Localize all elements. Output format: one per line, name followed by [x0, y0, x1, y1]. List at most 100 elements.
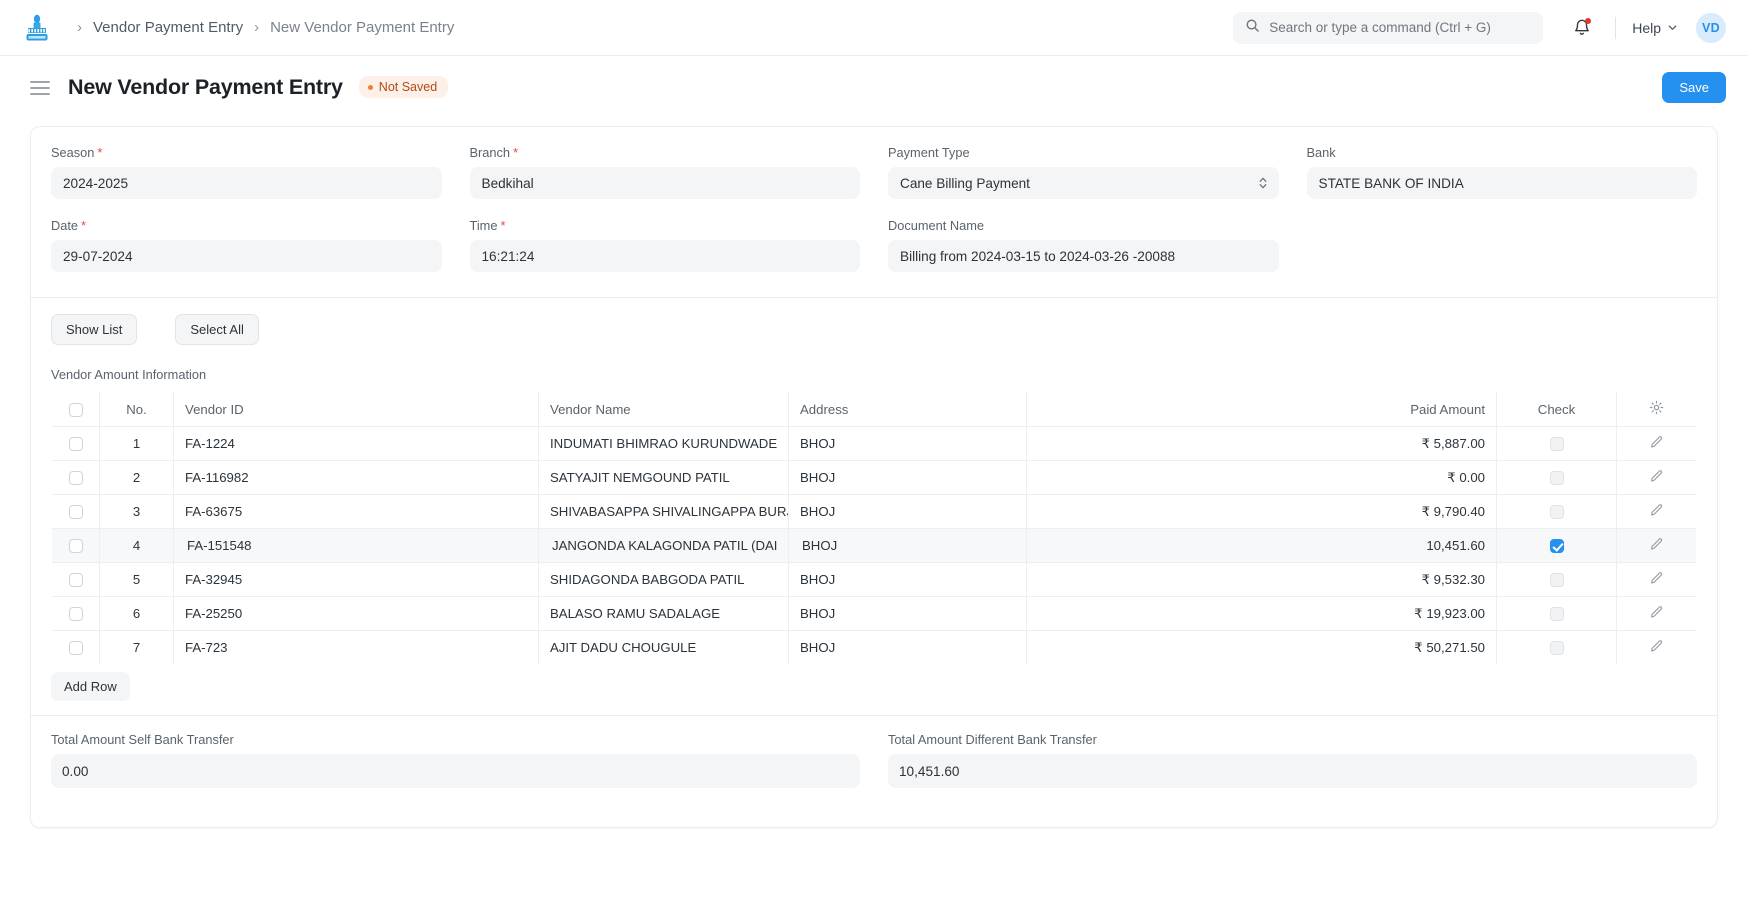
bank-input[interactable]: STATE BANK OF INDIA [1306, 167, 1697, 199]
gear-icon[interactable] [1649, 400, 1664, 418]
edit-pencil-icon[interactable] [1649, 469, 1664, 487]
cell-vendor-name[interactable]: SHIVABASAPPA SHIVALINGAPPA BURJI [538, 494, 789, 529]
breadcrumb-item-new-vendor-payment-entry: New Vendor Payment Entry [270, 19, 455, 36]
row-select-cell [52, 630, 100, 664]
cell-check [1496, 460, 1617, 495]
branch-required-asterisk: * [513, 145, 519, 160]
field-branch: Branch * Bedkihal [469, 145, 861, 199]
row-check-checkbox[interactable] [1549, 539, 1564, 554]
row-select-checkbox[interactable] [68, 641, 83, 656]
branch-input[interactable]: Bedkihal [469, 167, 860, 199]
row-select-checkbox[interactable] [68, 607, 83, 622]
table-row[interactable]: 6 FA-25250 BALASO RAMU SADALAGE BHOJ ₹ 1… [52, 596, 1696, 631]
table-header-row: No. Vendor ID Vendor Name Address Paid A… [52, 392, 1696, 427]
total-self-bank-input[interactable]: 0.00 [51, 754, 860, 788]
row-select-checkbox[interactable] [68, 505, 83, 520]
edit-pencil-icon[interactable] [1649, 537, 1664, 555]
cell-address[interactable]: BHOJ [788, 426, 1027, 461]
cell-paid-amount[interactable]: ₹ 19,923.00 [1026, 596, 1497, 631]
document-name-input[interactable]: Billing from 2024-03-15 to 2024-03-26 -2… [888, 240, 1279, 272]
app-logo[interactable] [22, 13, 52, 43]
season-input[interactable]: 2024-2025 [51, 167, 442, 199]
cell-address[interactable]: BHOJ [788, 494, 1027, 529]
help-menu[interactable]: Help [1632, 20, 1678, 36]
cell-vendor-name[interactable]: INDUMATI BHIMRAO KURUNDWADE [538, 426, 789, 461]
cell-vendor-name[interactable]: JANGONDA KALAGONDA PATIL (DAI [538, 528, 789, 563]
cell-vendor-id[interactable]: FA-25250 [173, 596, 539, 631]
grid-caption: Vendor Amount Information [51, 367, 207, 382]
header-address: Address [788, 392, 1027, 427]
row-check-checkbox[interactable] [1549, 573, 1564, 588]
cell-address[interactable]: BHOJ [788, 596, 1027, 631]
cell-paid-amount[interactable]: ₹ 50,271.50 [1026, 630, 1497, 664]
edit-pencil-icon[interactable] [1649, 503, 1664, 521]
edit-pencil-icon[interactable] [1649, 605, 1664, 623]
time-required-asterisk: * [500, 218, 506, 233]
notifications-button[interactable] [1565, 11, 1599, 45]
vendor-amount-information-section: Vendor Amount Information No. Vendor ID … [31, 361, 1717, 701]
table-row[interactable]: 1 FA-1224 INDUMATI BHIMRAO KURUNDWADE BH… [52, 426, 1696, 461]
season-required-asterisk: * [97, 145, 103, 160]
table-row[interactable]: 7 FA-723 AJIT DADU CHOUGULE BHOJ ₹ 50,27… [52, 630, 1696, 664]
date-input[interactable]: 29-07-2024 [51, 240, 442, 272]
total-self-bank-label: Total Amount Self Bank Transfer [51, 732, 234, 747]
row-check-checkbox[interactable] [1549, 437, 1564, 452]
row-select-checkbox[interactable] [68, 437, 83, 452]
cell-address[interactable]: BHOJ [788, 528, 1027, 563]
row-check-checkbox[interactable] [1549, 607, 1564, 622]
edit-pencil-icon[interactable] [1649, 571, 1664, 589]
row-check-checkbox[interactable] [1549, 505, 1564, 520]
cell-address[interactable]: BHOJ [788, 460, 1027, 495]
edit-pencil-icon[interactable] [1649, 639, 1664, 657]
table-row[interactable]: 2 FA-116982 SATYAJIT NEMGOUND PATIL BHOJ… [52, 460, 1696, 495]
cell-paid-amount[interactable]: ₹ 9,790.40 [1026, 494, 1497, 529]
total-different-bank-label: Total Amount Different Bank Transfer [888, 732, 1097, 747]
cell-paid-amount[interactable]: ₹ 9,532.30 [1026, 562, 1497, 597]
cell-paid-amount[interactable]: ₹ 0.00 [1026, 460, 1497, 495]
cell-vendor-id[interactable]: FA-1224 [173, 426, 539, 461]
cell-vendor-name[interactable]: SATYAJIT NEMGOUND PATIL [538, 460, 789, 495]
cell-vendor-id[interactable]: FA-723 [173, 630, 539, 664]
row-check-checkbox[interactable] [1549, 471, 1564, 486]
cell-check [1496, 426, 1617, 461]
cell-no: 5 [99, 562, 174, 597]
notification-badge-dot [1585, 17, 1592, 24]
cell-check [1496, 494, 1617, 529]
search-input[interactable] [1269, 20, 1532, 35]
edit-pencil-icon[interactable] [1649, 435, 1664, 453]
cell-vendor-name[interactable]: SHIDAGONDA BABGODA PATIL [538, 562, 789, 597]
cell-address[interactable]: BHOJ [788, 562, 1027, 597]
sidebar-toggle-icon[interactable] [30, 80, 50, 95]
total-different-bank-input[interactable]: 10,451.60 [888, 754, 1697, 788]
row-check-checkbox[interactable] [1549, 641, 1564, 656]
row-select-checkbox[interactable] [68, 471, 83, 486]
time-input[interactable]: 16:21:24 [469, 240, 860, 272]
save-button[interactable]: Save [1662, 71, 1726, 103]
row-select-checkbox[interactable] [68, 573, 83, 588]
cell-vendor-id[interactable]: FA-151548 [173, 528, 539, 563]
select-all-checkbox[interactable] [68, 402, 83, 417]
add-row-button[interactable]: Add Row [51, 672, 130, 701]
cell-paid-amount[interactable]: ₹ 5,887.00 [1026, 426, 1497, 461]
cell-vendor-id[interactable]: FA-63675 [173, 494, 539, 529]
breadcrumb-item-vendor-payment-entry[interactable]: Vendor Payment Entry [93, 19, 243, 36]
row-select-checkbox[interactable] [68, 539, 83, 554]
cell-vendor-name[interactable]: BALASO RAMU SADALAGE [538, 596, 789, 631]
table-row[interactable]: 4 FA-151548 JANGONDA KALAGONDA PATIL (DA… [52, 528, 1696, 563]
cell-address[interactable]: BHOJ [788, 630, 1027, 664]
cell-vendor-name[interactable]: AJIT DADU CHOUGULE [538, 630, 789, 664]
avatar[interactable]: VD [1696, 12, 1726, 43]
branch-label: Branch * [470, 145, 861, 160]
global-search[interactable] [1233, 11, 1544, 44]
cell-vendor-id[interactable]: FA-116982 [173, 460, 539, 495]
cell-paid-amount[interactable]: 10,451.60 [1026, 528, 1497, 563]
cell-check [1496, 630, 1617, 664]
row-select-cell [52, 426, 100, 461]
select-all-button[interactable]: Select All [175, 314, 259, 345]
show-list-button[interactable]: Show List [51, 314, 138, 345]
payment-type-select[interactable]: Cane Billing Payment [888, 167, 1279, 199]
bank-label: Bank [1307, 145, 1698, 160]
table-row[interactable]: 5 FA-32945 SHIDAGONDA BABGODA PATIL BHOJ… [52, 562, 1696, 597]
cell-vendor-id[interactable]: FA-32945 [173, 562, 539, 597]
table-row[interactable]: 3 FA-63675 SHIVABASAPPA SHIVALINGAPPA BU… [52, 494, 1696, 529]
